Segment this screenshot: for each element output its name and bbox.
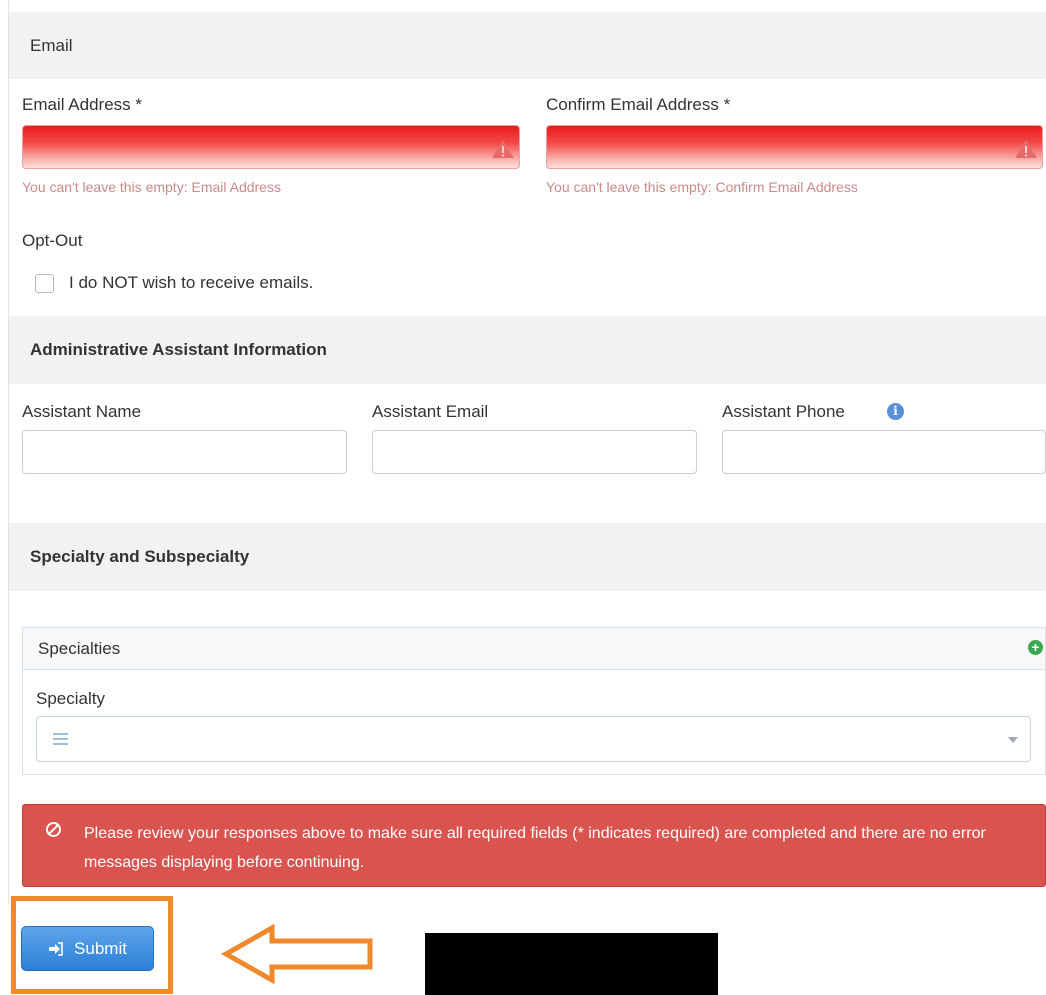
arrow-left-icon	[220, 924, 373, 984]
section-title-specialty: Specialty and Subspecialty	[30, 547, 250, 566]
specialty-select[interactable]	[36, 716, 1031, 762]
ban-icon	[46, 822, 61, 837]
info-icon[interactable]: i	[887, 403, 904, 420]
error-alert-message: Please review your responses above to ma…	[84, 825, 986, 871]
specialties-panel-title: Specialties	[38, 639, 121, 658]
chevron-down-icon	[1008, 737, 1018, 743]
redaction-box	[425, 933, 718, 995]
warning-icon	[492, 140, 514, 158]
confirm-email-label: Confirm Email Address *	[546, 95, 731, 114]
email-address-error: You can't leave this empty: Email Addres…	[22, 179, 281, 195]
section-title-email: Email	[30, 35, 73, 55]
submit-button-label: Submit	[74, 938, 127, 958]
email-address-label: Email Address *	[22, 95, 142, 114]
error-alert: Please review your responses above to ma…	[22, 804, 1046, 887]
confirm-email-error: You can't leave this empty: Confirm Emai…	[546, 179, 858, 195]
section-header-email: Email	[9, 12, 1046, 79]
specialty-label: Specialty	[36, 689, 105, 708]
opt-out-checkbox-label[interactable]: I do NOT wish to receive emails.	[69, 273, 313, 293]
section-header-specialty: Specialty and Subspecialty	[9, 523, 1046, 591]
sign-in-icon	[49, 941, 63, 956]
assistant-phone-input[interactable]	[722, 430, 1046, 474]
specialties-panel-header: Specialties +	[23, 628, 1045, 670]
email-address-input[interactable]	[22, 125, 520, 169]
section-title-admin-assistant: Administrative Assistant Information	[30, 340, 327, 359]
confirm-email-input[interactable]	[546, 125, 1043, 169]
assistant-email-input[interactable]	[372, 430, 697, 474]
section-header-admin-assistant: Administrative Assistant Information	[9, 316, 1046, 384]
opt-out-checkbox[interactable]	[35, 274, 54, 293]
assistant-email-label: Assistant Email	[372, 402, 489, 421]
assistant-name-input[interactable]	[22, 430, 347, 474]
opt-out-heading: Opt-Out	[22, 231, 83, 250]
add-circle-icon[interactable]: +	[1028, 640, 1043, 655]
assistant-name-label: Assistant Name	[22, 402, 142, 421]
submit-button[interactable]: Submit	[21, 926, 154, 971]
warning-icon	[1015, 140, 1037, 158]
list-icon	[53, 733, 68, 745]
left-border	[8, 0, 9, 905]
assistant-phone-label: Assistant Phone	[722, 402, 845, 421]
